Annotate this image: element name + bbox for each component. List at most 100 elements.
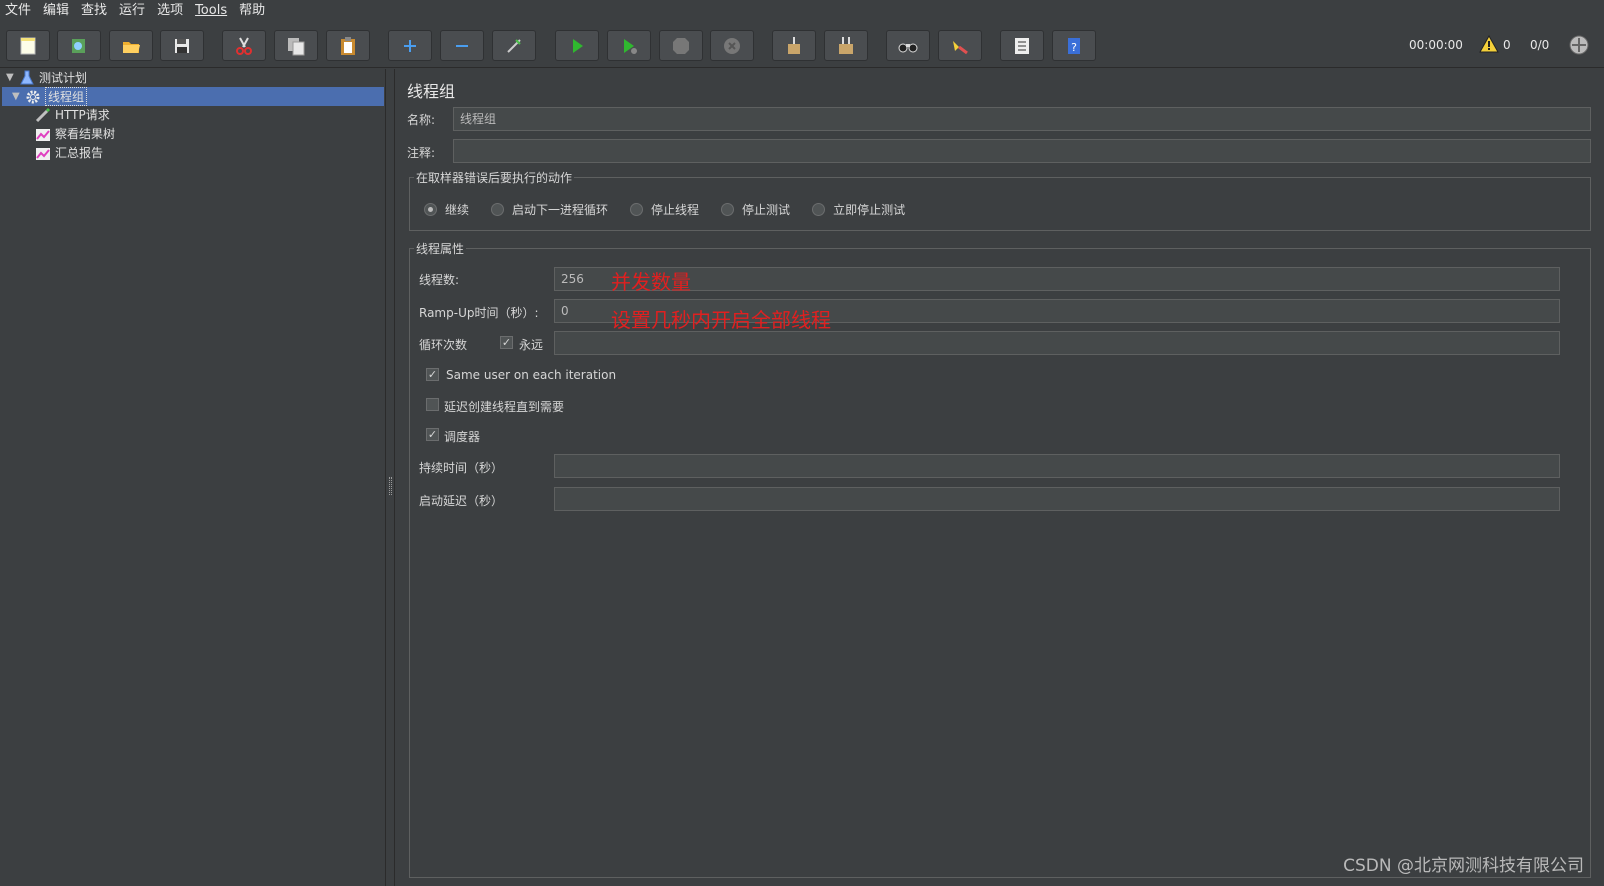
flask-icon <box>18 69 36 87</box>
delay-thread-creation-checkbox[interactable] <box>426 398 439 411</box>
templates-button[interactable] <box>57 30 101 61</box>
name-label: 名称: <box>407 113 436 127</box>
list-icon <box>1015 37 1029 54</box>
new-file-icon <box>20 37 36 54</box>
clear-all-button[interactable] <box>824 30 868 61</box>
thread-count-label: 线程数: <box>419 273 460 287</box>
menu-options[interactable]: 选项 <box>152 0 190 22</box>
remote-status-icon <box>1568 34 1590 59</box>
tree-item-thread-group[interactable]: ▼ 线程组 <box>2 87 384 106</box>
menu-run[interactable]: 运行 <box>114 0 152 22</box>
clear-button[interactable] <box>772 30 816 61</box>
copy-icon <box>288 37 305 55</box>
same-user-label[interactable]: Same user on each iteration <box>446 368 616 382</box>
toolbar: ? 00:00:00 0 0/0 <box>0 22 1604 68</box>
forever-checkbox[interactable]: ✓ <box>500 336 513 349</box>
shutdown-button[interactable] <box>710 30 754 61</box>
function-helper-button[interactable] <box>1000 30 1044 61</box>
sampler-error-action-legend: 在取样器错误后要执行的动作 <box>414 169 575 186</box>
tree-item-label: 汇总报告 <box>55 146 104 160</box>
warning-count: 0 <box>1503 38 1511 52</box>
radio-stop-test-now[interactable] <box>812 203 826 216</box>
open-button[interactable] <box>109 30 153 61</box>
tree-item-http-request[interactable]: HTTP请求 <box>34 105 110 124</box>
graph-icon <box>34 125 52 143</box>
duration-label: 持续时间（秒） <box>419 461 504 475</box>
radio-stop-test[interactable] <box>721 203 735 216</box>
start-button[interactable] <box>555 30 599 61</box>
radio-start-next-loop[interactable] <box>491 203 505 216</box>
rampup-label: Ramp-Up时间（秒）: <box>419 306 539 320</box>
start-no-pauses-button[interactable] <box>607 30 651 61</box>
scissors-icon <box>236 37 252 55</box>
sampler-error-action-group: 在取样器错误后要执行的动作 继续 启动下一进程循环 停止线程 停止测试 立即停止… <box>409 169 1591 231</box>
panel-title: 线程组 <box>407 82 456 101</box>
error-action-radio-group: 继续 启动下一进程循环 停止线程 停止测试 立即停止测试 <box>424 201 927 218</box>
scheduler-label[interactable]: 调度器 <box>444 428 480 445</box>
gear-icon <box>24 88 42 106</box>
tree-item-test-plan[interactable]: ▼ 测试计划 <box>6 68 87 87</box>
expand-button[interactable] <box>388 30 432 61</box>
play-icon <box>573 38 583 53</box>
cut-button[interactable] <box>222 30 266 61</box>
stop-button[interactable] <box>659 30 703 61</box>
radio-stop-test-label[interactable]: 停止测试 <box>742 201 790 218</box>
thread-count-field[interactable]: 256 <box>554 267 1560 291</box>
drag-handle-icon[interactable] <box>389 477 392 495</box>
radio-start-next-loop-label[interactable]: 启动下一进程循环 <box>512 201 608 218</box>
comment-field[interactable] <box>453 139 1591 163</box>
save-disk-icon <box>175 38 189 53</box>
reset-search-button[interactable] <box>938 30 982 61</box>
startup-delay-field[interactable] <box>554 487 1560 511</box>
play-no-pause-icon <box>624 38 637 54</box>
watermark: CSDN @北京网测科技有限公司 <box>1343 856 1584 876</box>
active-threads: 0/0 <box>1530 38 1550 52</box>
scheduler-checkbox[interactable]: ✓ <box>426 428 439 441</box>
toggle-button[interactable] <box>492 30 536 61</box>
binoculars-icon <box>898 43 918 52</box>
expand-toggle-icon[interactable]: ▼ <box>12 91 24 102</box>
paste-button[interactable] <box>326 30 370 61</box>
menu-search[interactable]: 查找 <box>76 0 114 22</box>
radio-stop-thread-label[interactable]: 停止线程 <box>651 201 699 218</box>
loop-count-field[interactable] <box>554 331 1560 355</box>
warning-icon[interactable] <box>1479 34 1499 56</box>
radio-stop-thread[interactable] <box>630 203 644 216</box>
test-plan-tree: ▼ 测试计划 ▼ 线程组 HTTP请求 察看结果树 汇总报告 <box>0 69 386 886</box>
new-button[interactable] <box>6 30 50 61</box>
expand-toggle-icon[interactable]: ▼ <box>6 72 18 83</box>
tree-item-label: 察看结果树 <box>55 127 116 141</box>
search-button[interactable] <box>886 30 930 61</box>
comment-label: 注释: <box>407 146 436 160</box>
shutdown-icon <box>724 37 740 54</box>
collapse-button[interactable] <box>440 30 484 61</box>
thread-group-panel: 线程组 名称: 线程组 注释: 在取样器错误后要执行的动作 继续 启动下一进程循… <box>396 69 1604 886</box>
radio-continue[interactable] <box>424 203 437 216</box>
delay-thread-creation-label[interactable]: 延迟创建线程直到需要 <box>444 398 564 415</box>
tree-item-summary-report[interactable]: 汇总报告 <box>34 143 103 162</box>
minus-icon <box>456 44 468 47</box>
menu-edit[interactable]: 编辑 <box>38 0 76 22</box>
help-button[interactable]: ? <box>1052 30 1096 61</box>
forever-label[interactable]: 永远 <box>519 336 543 353</box>
copy-button[interactable] <box>274 30 318 61</box>
thread-properties-legend: 线程属性 <box>414 240 467 257</box>
broom-icon <box>788 36 800 54</box>
same-user-checkbox[interactable]: ✓ <box>426 368 439 381</box>
elapsed-timer: 00:00:00 <box>1409 38 1463 52</box>
menu-tools[interactable]: Tools <box>190 0 234 22</box>
loop-count-label: 循环次数 <box>419 338 468 352</box>
tree-item-results-tree[interactable]: 察看结果树 <box>34 124 115 143</box>
radio-continue-label[interactable]: 继续 <box>445 201 469 218</box>
pipette-icon <box>34 106 52 124</box>
radio-stop-test-now-label[interactable]: 立即停止测试 <box>833 201 905 218</box>
menu-file[interactable]: 文件 <box>0 0 38 22</box>
save-button[interactable] <box>160 30 204 61</box>
tree-item-label: 线程组 <box>45 87 88 106</box>
name-field[interactable]: 线程组 <box>453 107 1591 131</box>
duration-field[interactable] <box>554 454 1560 478</box>
menu-help[interactable]: 帮助 <box>234 0 272 22</box>
brush-icon <box>953 40 968 54</box>
open-folder-icon <box>123 41 140 53</box>
split-pane-divider[interactable] <box>386 69 395 886</box>
